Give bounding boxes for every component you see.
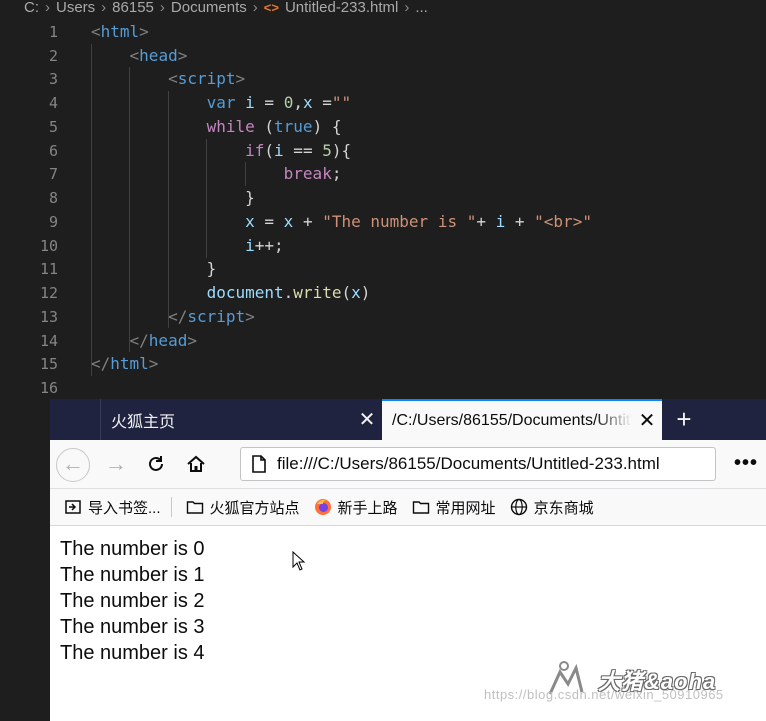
more-options-button[interactable]: ••• [728,448,764,480]
folder-icon [186,501,203,514]
page-content: The number is 0 The number is 1 The numb… [50,526,766,721]
bookmark-common-sites[interactable]: 常用网址 [412,497,496,518]
code-line: break; [283,164,342,183]
breadcrumb-documents[interactable]: Documents [171,0,247,16]
code-line: <head> [129,46,188,65]
home-icon [187,455,205,472]
bookmark-import[interactable]: 导入书签... [64,497,161,518]
chevron-right-icon: › [101,0,107,16]
code-line: } [91,259,217,278]
home-button[interactable] [180,448,212,480]
code-line: if(i == 5){ [245,141,352,160]
breadcrumb-drive[interactable]: C: [24,0,39,16]
mouse-cursor-icon [292,551,306,571]
output-line: The number is 4 [60,642,205,664]
breadcrumb-user-folder[interactable]: 86155 [112,0,154,16]
chevron-right-icon: › [404,0,410,16]
line-number: 15 [39,355,58,373]
code-line: </html> [91,354,159,373]
bookmark-jd-mall[interactable]: 京东商城 [510,497,594,518]
line-number: 13 [39,308,58,326]
bookmark-getting-started[interactable]: 新手上路 [314,497,398,518]
line-number: 5 [48,118,58,136]
code-line: </head> [129,331,197,350]
bookmark-label: 导入书签... [88,499,161,517]
bookmark-firefox-official[interactable]: 火狐官方站点 [186,497,300,518]
line-number: 2 [48,47,58,65]
folder-icon [412,501,429,514]
code-line: x = x + "The number is "+ i + "<br>" [245,212,592,231]
line-number: 11 [39,260,58,278]
output-line: The number is 0 [60,538,205,560]
navigation-toolbar: ← → file:///C:/Users/86155/Documents/Unt… [50,440,766,489]
watermark-url: https://blog.csdn.net/weixin_50910965 [484,687,724,702]
line-number: 12 [39,284,58,302]
back-button[interactable]: ← [56,448,90,482]
html-file-icon: <> [263,0,279,15]
line-number: 1 [48,23,58,41]
code-line: <html> [91,22,149,41]
breadcrumb-file[interactable]: Untitled-233.html [285,0,398,16]
code-line: </script> [168,307,255,326]
code-line: i++; [245,236,284,255]
output-line: The number is 1 [60,564,205,586]
code-line: while (true) { [206,117,342,136]
chevron-right-icon: › [252,0,258,16]
reload-button[interactable] [140,448,172,480]
code-editor[interactable]: 1 2 3 4 5 6 7 8 9 10 11 12 13 14 15 16 1… [0,20,766,445]
code-line: <script> [168,69,246,88]
tab-firefox-home[interactable]: 火狐主页 ✕ [100,399,382,440]
chevron-right-icon: › [45,0,50,16]
line-number: 4 [48,94,58,112]
firefox-window: 火狐主页 ✕ /C:/Users/86155/Documents/Untitle… [50,399,766,721]
breadcrumb-users[interactable]: Users [56,0,95,16]
reload-icon [149,456,163,471]
tab-title: /C:/Users/86155/Documents/Untitled-233.h… [392,411,632,429]
forward-button[interactable]: → [100,448,132,480]
breadcrumb-more[interactable]: ... [415,0,428,16]
page-icon [252,455,266,473]
close-icon[interactable]: ✕ [632,408,662,433]
code-line: document.write(x) [206,283,371,302]
output-line: The number is 3 [60,616,205,638]
code-line: var i = 0,x ="" [206,93,352,112]
tab-title: 火狐主页 [111,413,176,431]
import-icon [65,500,81,514]
bookmark-label: 新手上路 [337,499,398,517]
line-number: 10 [39,237,58,255]
chevron-right-icon: › [159,0,165,16]
tab-untitled-233[interactable]: /C:/Users/86155/Documents/Untitled-233.h… [382,399,662,440]
bookmark-label: 京东商城 [533,499,594,517]
url-bar[interactable]: file:///C:/Users/86155/Documents/Untitle… [240,447,716,481]
close-icon[interactable]: ✕ [352,407,382,432]
line-number: 7 [48,165,58,183]
line-number: 8 [48,189,58,207]
bookmarks-toolbar: 导入书签... 火狐官方站点 新手上路 常用网址 京东商城 [50,489,766,526]
url-text: file:///C:/Users/86155/Documents/Untitle… [277,454,660,473]
bookmark-label: 火狐官方站点 [209,499,300,517]
line-number: 14 [39,332,58,350]
output-line: The number is 2 [60,590,205,612]
line-number: 3 [48,70,58,88]
firefox-icon [314,499,331,515]
bookmark-label: 常用网址 [435,499,496,517]
new-tab-button[interactable]: + [664,399,704,440]
globe-icon [510,498,527,516]
line-number: 9 [48,213,58,231]
breadcrumb: C: › Users › 86155 › Documents › <> Untitled-233.… [0,0,766,18]
bookmark-separator [170,497,172,517]
code-line: } [91,188,255,207]
tab-bar: 火狐主页 ✕ /C:/Users/86155/Documents/Untitle… [50,399,766,440]
line-number: 16 [39,379,58,397]
line-number: 6 [48,142,58,160]
